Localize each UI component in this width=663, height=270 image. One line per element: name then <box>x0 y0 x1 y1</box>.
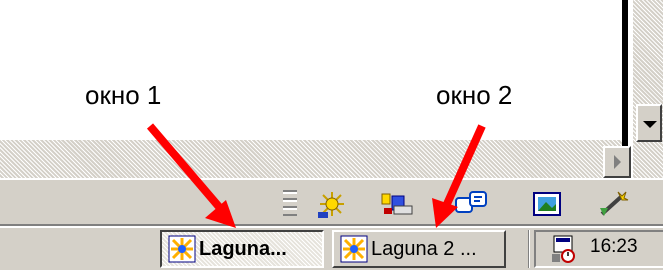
clock[interactable]: 16:23 <box>590 236 638 258</box>
horizontal-scrollbar[interactable] <box>0 140 622 178</box>
tray-divider <box>528 230 531 268</box>
arrow-right-icon <box>614 155 621 169</box>
scheduler-icon[interactable] <box>550 234 578 264</box>
vertical-scrollbar[interactable] <box>633 0 663 178</box>
taskbar-button-label: Laguna 2 ... <box>371 237 477 260</box>
office-tools-icon[interactable] <box>380 188 416 220</box>
sun-gear-icon[interactable] <box>314 188 350 220</box>
chat-bubbles-icon[interactable] <box>454 188 490 220</box>
arrow-down-icon <box>643 121 657 128</box>
magic-wand-icon[interactable] <box>596 188 632 220</box>
laguna-app-icon <box>168 235 196 263</box>
window-content-area <box>0 0 628 140</box>
picture-frame-icon[interactable] <box>530 188 566 220</box>
taskbar-button-window-2[interactable]: Laguna 2 ... <box>332 230 506 268</box>
annotation-window-2: окно 2 <box>436 80 513 110</box>
annotation-window-1: окно 1 <box>85 80 162 110</box>
laguna-app-icon <box>340 235 368 263</box>
scroll-right-button[interactable] <box>603 146 631 178</box>
toolbar-grip-handle[interactable] <box>283 190 297 216</box>
taskbar-button-window-1[interactable]: Laguna... <box>160 230 324 268</box>
scroll-down-button[interactable] <box>636 104 662 142</box>
taskbar-button-label: Laguna... <box>199 237 287 260</box>
